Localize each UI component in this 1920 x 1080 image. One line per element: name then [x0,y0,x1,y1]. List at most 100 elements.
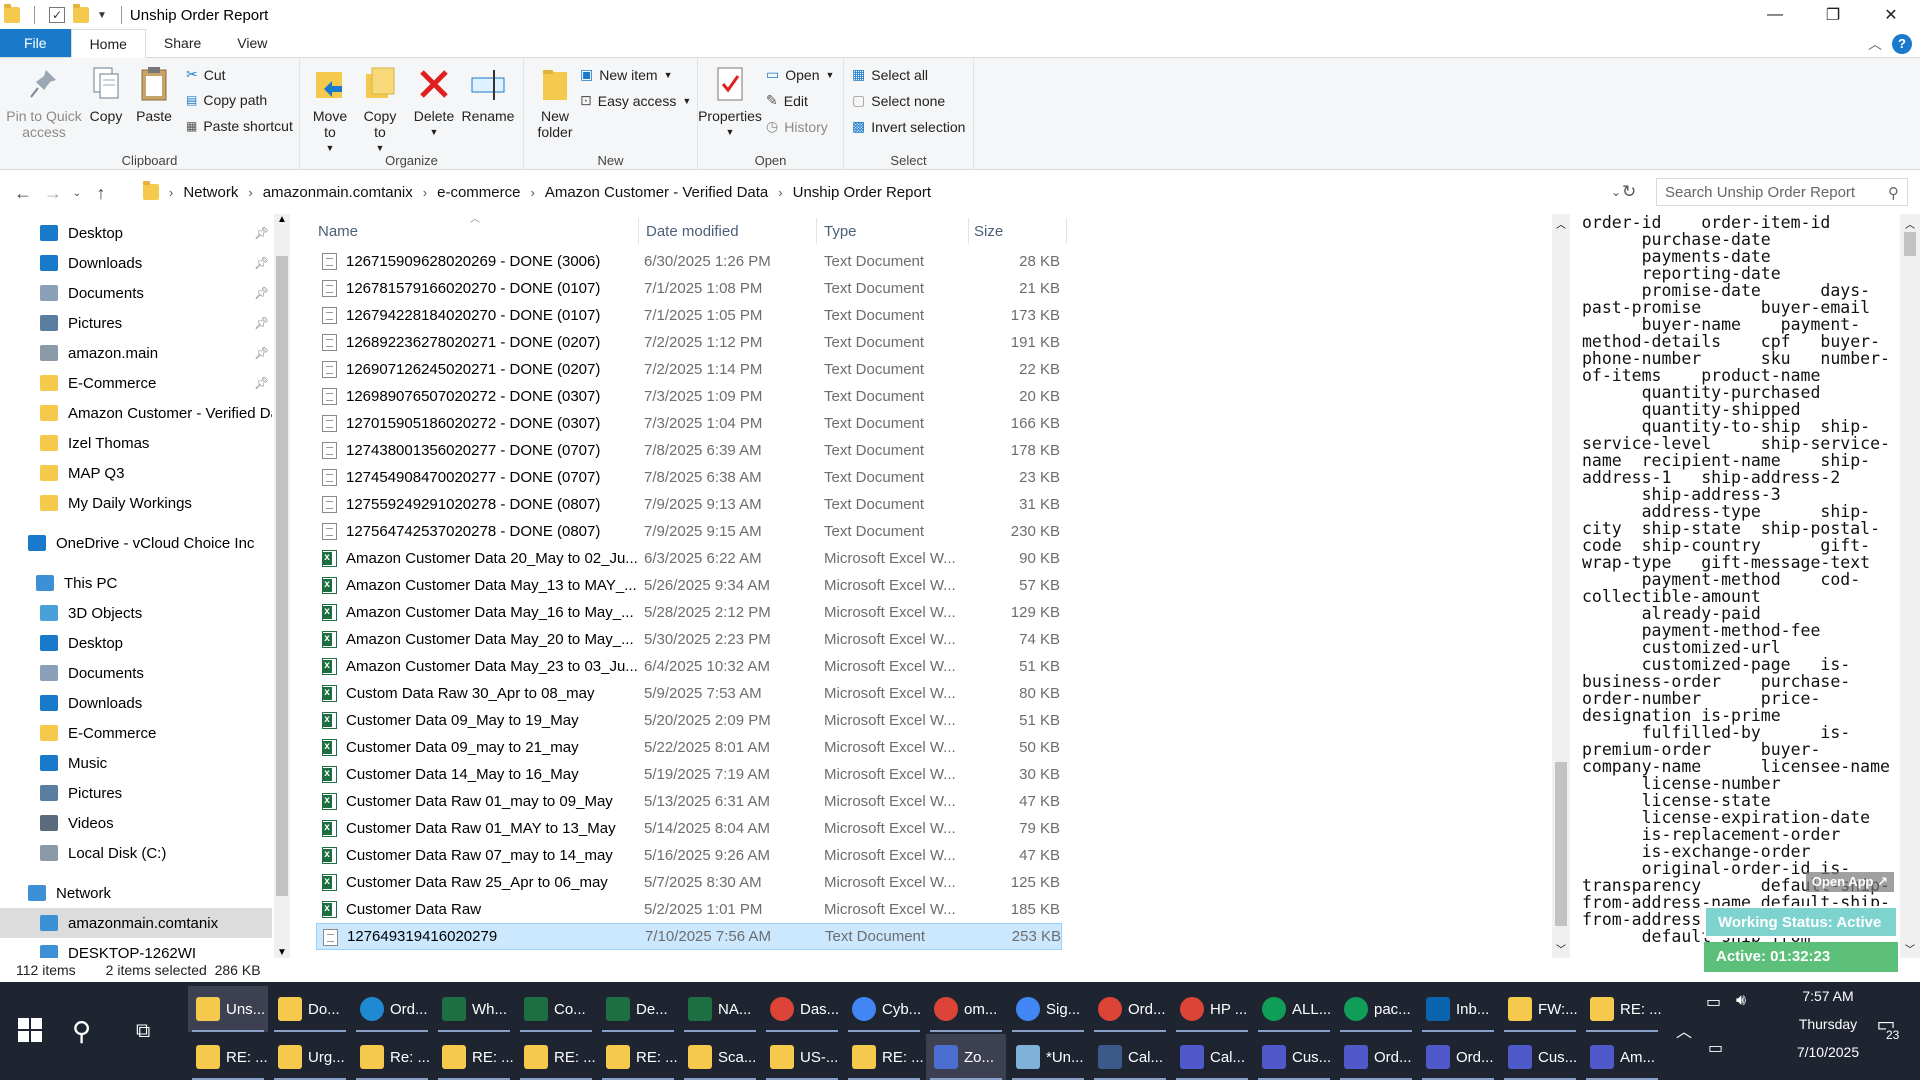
back-arrow-icon[interactable]: ← [8,183,38,204]
breadcrumb-server[interactable]: amazonmain.comtanix [263,184,413,201]
task-view-button[interactable]: ⧉ [136,1020,150,1043]
taskbar-button[interactable]: Ord... [1090,986,1170,1032]
chevron-right-icon[interactable]: › [778,185,782,200]
open-app-button[interactable]: Open App ↗ [1805,872,1894,892]
taskbar-button[interactable]: RE: ... [844,1034,924,1080]
new-item-button[interactable]: ▣ New item ▼ [580,66,673,83]
taskbar-button[interactable]: Zo... [926,1034,1006,1080]
copy-path-button[interactable]: ▤ Copy path [186,92,267,108]
invert-selection-button[interactable]: ▩ Invert selection [852,118,965,135]
tab-share[interactable]: Share [146,29,219,57]
taskbar-button[interactable]: Inb... [1418,986,1498,1032]
taskbar-button[interactable]: RE: ... [516,1034,596,1080]
breadcrumb-current[interactable]: Unship Order Report [793,184,931,201]
select-none-button[interactable]: ▢ Select none [852,92,945,109]
nav-item[interactable]: E-Commerce [0,718,272,748]
nav-item[interactable]: Music [0,748,272,778]
file-row[interactable]: 127438001356020277 - DONE (0707) 7/8/2025… [316,437,1062,464]
nav-item[interactable]: Desktop 📌︎ [0,218,272,248]
nav-item[interactable]: My Daily Workings [0,488,272,518]
taskbar-button[interactable]: Cus... [1254,1034,1334,1080]
recent-locations-icon[interactable]: ⌄ [68,188,86,199]
taskbar-button[interactable]: Do... [270,986,350,1032]
file-row[interactable]: 126989076507020272 - DONE (0307) 7/3/2025… [316,383,1062,410]
file-row[interactable]: Amazon Customer Data May_13 to MAY_... 5/… [316,572,1062,599]
open-button[interactable]: ▭ Open ▼ [766,66,834,83]
file-row[interactable]: 127454908470020277 - DONE (0707) 7/8/2025… [316,464,1062,491]
paste-button[interactable]: Paste [134,64,174,124]
nav-item[interactable]: amazon.main 📌︎ [0,338,272,368]
easy-access-button[interactable]: ⊡ Easy access ▼ [580,92,691,109]
file-row[interactable]: Customer Data Raw 07_may to 14_may 5/16/2… [316,842,1062,869]
customize-toolbar-icon[interactable]: ▼ [97,10,107,21]
taskbar-button[interactable]: Re: ... [352,1034,432,1080]
delete-button[interactable]: Delete ▼ [414,64,454,140]
taskbar-button[interactable]: Sig... [1008,986,1088,1032]
properties-check-icon[interactable]: ✓ [49,7,65,23]
column-header-date[interactable]: Date modified [646,214,806,248]
cut-button[interactable]: ✂ Cut [186,66,226,83]
nav-item[interactable]: Pictures [0,778,272,808]
search-icon[interactable]: ⚲ [1888,184,1899,202]
move-to-button[interactable]: Move to ▼ [310,64,350,156]
pin-icon[interactable]: 📌︎ [254,376,269,390]
column-header-size[interactable]: Size [974,214,1054,248]
chevron-right-icon[interactable]: › [248,185,252,200]
taskbar-button[interactable]: Ord... [1418,1034,1498,1080]
nav-item[interactable]: Downloads 📌︎ [0,248,272,278]
taskbar-button[interactable]: Cal... [1172,1034,1252,1080]
notification-center-button[interactable]: ▭ 23 [1866,1012,1906,1042]
paste-shortcut-button[interactable]: ▦ Paste shortcut [186,118,293,134]
help-icon[interactable]: ? [1892,34,1912,54]
up-arrow-icon[interactable]: ↑ [86,183,116,204]
nav-item[interactable]: Izel Thomas [0,428,272,458]
pin-to-quick-access-button[interactable]: Pin to Quick access [6,64,82,140]
file-row[interactable]: Customer Data 09_May to 19_May 5/20/2025 … [316,707,1062,734]
pin-icon[interactable]: 📌︎ [254,316,269,330]
chevron-right-icon[interactable]: › [530,185,534,200]
restore-button[interactable]: ❐ [1804,0,1862,30]
taskbar-button[interactable]: Ord... [1336,1034,1416,1080]
file-row[interactable]: 127559249291020278 - DONE (0807) 7/9/2025… [316,491,1062,518]
file-row[interactable]: Amazon Customer Data May_16 to May_... 5/… [316,599,1062,626]
address-dropdown-icon[interactable]: ⌄ [1611,185,1621,199]
file-row[interactable]: Customer Data Raw 01_MAY to 13_May 5/14/2… [316,815,1062,842]
file-row[interactable]: Customer Data 14_May to 16_May 5/19/2025 … [316,761,1062,788]
nav-item[interactable]: Local Disk (C:) [0,838,272,868]
nav-item[interactable]: Desktop [0,628,272,658]
chevron-right-icon[interactable]: › [169,185,173,200]
forward-arrow-icon[interactable]: → [38,183,68,204]
start-button[interactable] [10,1012,50,1052]
new-folder-icon[interactable] [73,4,89,23]
battery-icon[interactable]: ▭ [1706,992,1721,1012]
scroll-up-icon[interactable]: ︿ [1905,216,1915,231]
nav-item[interactable]: OneDrive - vCloud Choice Inc [0,528,272,558]
scroll-up-icon[interactable]: ▲ [277,214,287,225]
copy-button[interactable]: Copy [86,64,126,124]
file-row[interactable]: 126892236278020271 - DONE (0207) 7/2/2025… [316,329,1062,356]
breadcrumb[interactable]: › Network › amazonmain.comtanix › e-comm… [136,178,1636,206]
nav-item[interactable]: E-Commerce 📌︎ [0,368,272,398]
tab-file[interactable]: File [0,29,71,57]
file-row[interactable]: 126715909628020269 - DONE (3006) 6/30/202… [316,248,1062,275]
nav-item[interactable]: Documents [0,658,272,688]
taskbar-button[interactable]: Sca... [680,1034,760,1080]
file-row[interactable]: Customer Data Raw 01_may to 09_May 5/13/2… [316,788,1062,815]
breadcrumb-verified-data[interactable]: Amazon Customer - Verified Data [545,184,768,201]
show-hidden-icons[interactable]: ︿ [1676,1018,1692,1042]
collapse-ribbon-icon[interactable]: ︿ [1868,34,1882,54]
copy-to-button[interactable]: Copy to ▼ [360,64,400,156]
nav-item[interactable]: Network [0,878,272,908]
file-row[interactable]: Customer Data Raw 5/2/2025 1:01 PM Microso… [316,896,1062,923]
scroll-thumb[interactable] [276,256,288,896]
pin-icon[interactable]: 📌︎ [254,286,269,300]
taskbar-button[interactable]: NA... [680,986,760,1032]
preview-scrollbar[interactable]: ︿ ﹀ [1900,214,1920,958]
tab-view[interactable]: View [219,29,285,57]
new-folder-button[interactable]: New folder [530,64,580,140]
breadcrumb-network[interactable]: Network [183,184,238,201]
navigation-scrollbar[interactable]: ▲ ▼ [274,214,290,958]
search-taskbar-button[interactable]: ⚲ [72,1016,91,1047]
taskbar-button[interactable]: Am... [1582,1034,1662,1080]
scroll-up-icon[interactable]: ︿ [1556,216,1566,231]
